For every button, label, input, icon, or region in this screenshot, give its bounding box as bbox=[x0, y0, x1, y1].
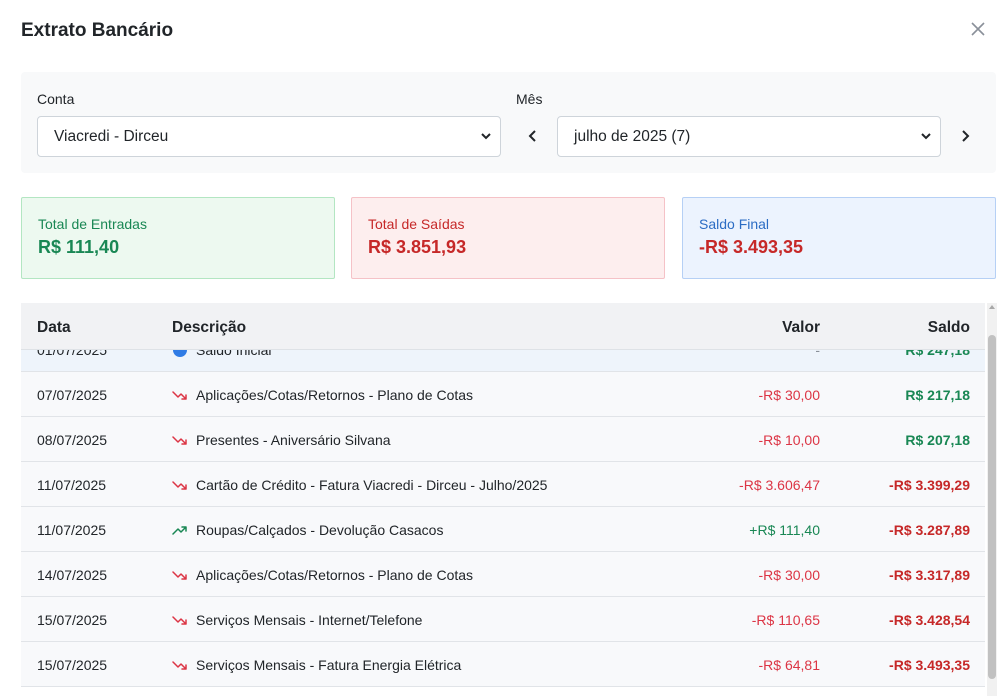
trending-down-icon bbox=[172, 612, 188, 628]
table-row[interactable]: 08/07/2025 Presentes - Aniversário Silvan… bbox=[21, 417, 985, 462]
account-label: Conta bbox=[37, 91, 75, 107]
month-select[interactable]: julho de 2025 (7) bbox=[557, 116, 941, 157]
row-value: -R$ 10,00 bbox=[758, 432, 820, 448]
close-button[interactable] bbox=[969, 20, 987, 38]
row-description: Presentes - Aniversário Silvana bbox=[172, 432, 391, 448]
chevron-down-icon bbox=[921, 133, 931, 140]
row-description-text: Serviços Mensais - Fatura Energia Elétri… bbox=[196, 657, 462, 673]
table-row[interactable]: 15/07/2025 Serviços Mensais - Fatura Ener… bbox=[21, 642, 985, 687]
balance-summary-card: Saldo Final -R$ 3.493,35 bbox=[682, 197, 996, 279]
trending-up-icon bbox=[172, 522, 188, 538]
header-date: Data bbox=[37, 319, 71, 336]
row-description: Cartão de Crédito - Fatura Viacredi - Di… bbox=[172, 477, 547, 493]
expense-label: Total de Saídas bbox=[368, 216, 465, 232]
row-date: 11/07/2025 bbox=[37, 477, 107, 493]
table-row[interactable]: 11/07/2025 Cartão de Crédito - Fatura Via… bbox=[21, 462, 985, 507]
balance-value: -R$ 3.493,35 bbox=[699, 237, 804, 257]
header-balance: Saldo bbox=[927, 319, 970, 336]
row-description: Aplicações/Cotas/Retornos - Plano de Cot… bbox=[172, 387, 473, 403]
income-label: Total de Entradas bbox=[38, 216, 147, 232]
row-date: 08/07/2025 bbox=[37, 432, 108, 448]
close-icon[interactable] bbox=[969, 20, 987, 38]
chevron-down-icon bbox=[481, 133, 491, 140]
row-balance: -R$ 3.287,89 bbox=[889, 522, 970, 538]
row-description: Aplicações/Cotas/Retornos - Plano de Cot… bbox=[172, 567, 473, 583]
row-description: Serviços Mensais - Fatura Energia Elétri… bbox=[172, 657, 461, 673]
income-summary-card: Total de Entradas R$ 111,40 bbox=[21, 197, 335, 279]
table-row[interactable]: 07/07/2025 Aplicações/Cotas/Retornos - Pl… bbox=[21, 372, 985, 417]
filter-panel: Conta Viacredi - Dirceu Mês julho de 202… bbox=[21, 72, 996, 173]
month-select-value: julho de 2025 (7) bbox=[574, 127, 691, 145]
row-value: +R$ 111,40 bbox=[749, 522, 820, 538]
account-select-value: Viacredi - Dirceu bbox=[54, 127, 169, 145]
income-value: R$ 111,40 bbox=[38, 237, 120, 257]
table-body: 01/07/2025 Saldo Inicial - R$ 247,18 07/07/2… bbox=[21, 327, 985, 687]
balance-label: Saldo Final bbox=[699, 216, 770, 232]
row-date: 15/07/2025 bbox=[37, 612, 108, 628]
chevron-right-icon[interactable] bbox=[958, 128, 972, 144]
row-description-text: Serviços Mensais - Internet/Telefone bbox=[196, 612, 423, 628]
row-balance: -R$ 3.399,29 bbox=[889, 477, 970, 493]
month-label: Mês bbox=[516, 91, 543, 107]
trending-down-icon bbox=[172, 432, 188, 448]
row-balance: R$ 217,18 bbox=[905, 387, 970, 403]
row-value: -R$ 64,81 bbox=[758, 657, 820, 673]
table-scrollbar[interactable] bbox=[987, 303, 997, 696]
table-row[interactable]: 11/07/2025 Roupas/Calçados - Devolução Ca… bbox=[21, 507, 985, 552]
account-select[interactable]: Viacredi - Dirceu bbox=[37, 116, 501, 157]
row-balance: -R$ 3.493,35 bbox=[889, 657, 970, 673]
trending-down-icon bbox=[172, 477, 188, 493]
row-description-text: Roupas/Calçados - Devolução Casacos bbox=[196, 522, 444, 538]
table-row[interactable]: 15/07/2025 Serviços Mensais - Internet/Te… bbox=[21, 597, 985, 642]
row-date: 11/07/2025 bbox=[37, 522, 107, 538]
row-date: 07/07/2025 bbox=[37, 387, 108, 403]
row-value: -R$ 30,00 bbox=[758, 567, 820, 583]
expense-value: R$ 3.851,93 bbox=[368, 237, 467, 257]
row-date: 14/07/2025 bbox=[37, 567, 108, 583]
row-description: Serviços Mensais - Internet/Telefone bbox=[172, 612, 422, 628]
statement-table[interactable]: Data Descrição Valor Saldo 01/07/2025 Sal… bbox=[21, 303, 985, 696]
header-value: Valor bbox=[782, 319, 820, 336]
header-description: Descrição bbox=[172, 319, 247, 336]
row-balance: -R$ 3.428,54 bbox=[889, 612, 970, 628]
table-row[interactable]: 14/07/2025 Aplicações/Cotas/Retornos - Pl… bbox=[21, 552, 985, 597]
table-header: Data Descrição Valor Saldo bbox=[21, 303, 985, 350]
row-balance: -R$ 3.317,89 bbox=[889, 567, 970, 583]
row-description-text: Presentes - Aniversário Silvana bbox=[196, 432, 391, 448]
row-date: 15/07/2025 bbox=[37, 657, 108, 673]
trending-down-icon bbox=[172, 387, 188, 403]
row-description: Roupas/Calçados - Devolução Casacos bbox=[172, 522, 443, 538]
row-value: -R$ 30,00 bbox=[758, 387, 820, 403]
trending-down-icon bbox=[172, 657, 188, 673]
scroll-up-arrow-icon[interactable] bbox=[989, 305, 995, 309]
expense-summary-card: Total de Saídas R$ 3.851,93 bbox=[351, 197, 665, 279]
chevron-left-icon[interactable] bbox=[526, 128, 540, 144]
row-description-text: Aplicações/Cotas/Retornos - Plano de Cot… bbox=[196, 567, 474, 583]
row-value: -R$ 3.606,47 bbox=[739, 477, 820, 493]
row-value: -R$ 110,65 bbox=[751, 612, 820, 628]
row-description-text: Cartão de Crédito - Fatura Viacredi - Di… bbox=[196, 477, 548, 493]
row-description-text: Aplicações/Cotas/Retornos - Plano de Cot… bbox=[196, 387, 474, 403]
trending-down-icon bbox=[172, 567, 188, 583]
page-title: Extrato Bancário bbox=[21, 20, 174, 41]
scrollbar-thumb[interactable] bbox=[988, 335, 996, 679]
row-balance: R$ 207,18 bbox=[905, 432, 970, 448]
